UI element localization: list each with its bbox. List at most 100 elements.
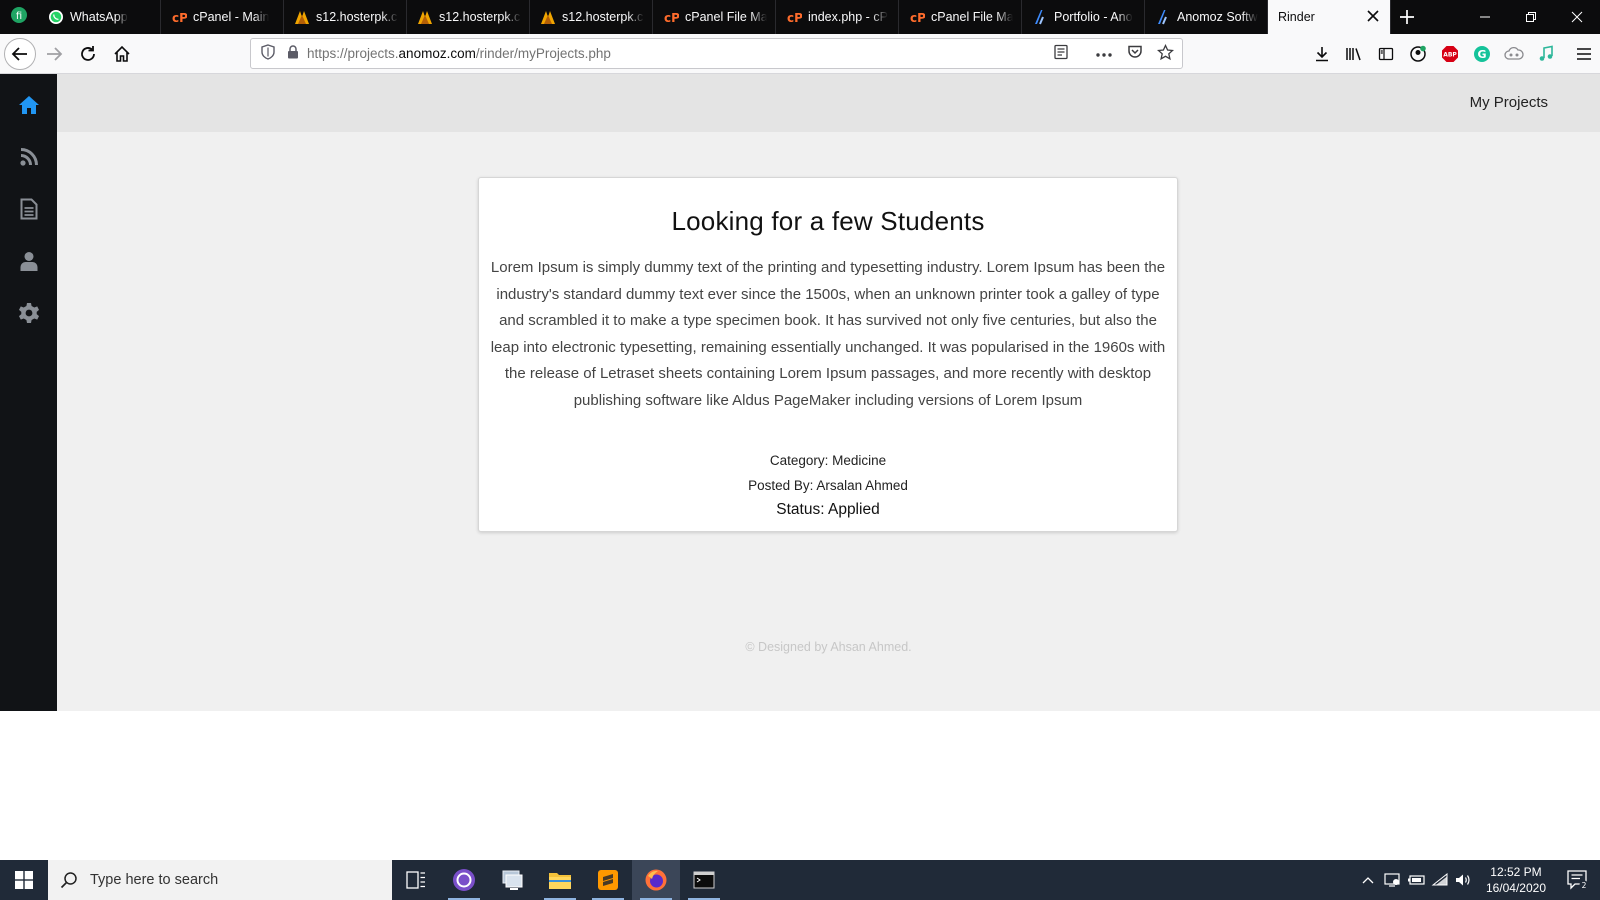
restore-button[interactable] — [1508, 0, 1554, 34]
tab-cpanel-file-manager-2[interactable]: cP cPanel File Man — [899, 0, 1022, 34]
home-icon — [114, 45, 130, 62]
forward-button[interactable] — [38, 38, 70, 70]
tab-anomoz-software[interactable]: Anomoz Softw — [1145, 0, 1268, 34]
sidebar-item-settings[interactable] — [0, 287, 57, 339]
hosterpk-icon — [294, 9, 310, 25]
action-center-button[interactable]: 2 — [1556, 870, 1600, 890]
tab-index-php[interactable]: cP index.php - cP — [776, 0, 899, 34]
battery-icon[interactable] — [1404, 874, 1428, 886]
url-bar[interactable]: https://projects.anomoz.com/rinder/myPro… — [250, 38, 1183, 69]
pinned-app-icon: fi — [11, 6, 27, 28]
tab-hosterpk-1[interactable]: s12.hosterpk.co — [284, 0, 407, 34]
taskbar-clock[interactable]: 12:52 PM 16/04/2020 — [1486, 864, 1546, 896]
start-button[interactable] — [0, 860, 48, 900]
svg-text:fi: fi — [16, 11, 22, 22]
lock-icon[interactable] — [287, 45, 299, 62]
project-card: Looking for a few Students Lorem Ipsum i… — [478, 177, 1178, 532]
footer-credit: © Designed by Ahsan Ahmed. — [745, 640, 912, 654]
tracking-protection-icon[interactable] — [261, 44, 275, 63]
volume-icon[interactable] — [1452, 873, 1476, 887]
tray-overflow-icon[interactable] — [1356, 876, 1380, 884]
cpanel-icon: cP — [786, 9, 802, 25]
clock-time: 12:52 PM — [1490, 865, 1542, 879]
taskbar-search-box[interactable]: Type here to search — [48, 860, 392, 900]
pocket-icon[interactable] — [1127, 44, 1143, 63]
cloud-extension-icon[interactable] — [1504, 44, 1524, 64]
arrow-right-icon — [47, 46, 63, 61]
tab-label: Anomoz Softw — [1177, 10, 1258, 24]
taskbar-app-sublime[interactable] — [584, 860, 632, 900]
reader-view-icon[interactable] — [1053, 44, 1069, 63]
nav-my-projects[interactable]: My Projects — [1470, 94, 1548, 111]
tab-whatsapp[interactable]: WhatsApp — [38, 0, 161, 34]
taskbar-app-terminal[interactable] — [680, 860, 728, 900]
task-view-button[interactable] — [392, 860, 440, 900]
whatsapp-icon — [48, 9, 64, 25]
url-text[interactable]: https://projects.anomoz.com/rinder/myPro… — [307, 46, 611, 61]
tray-app-icon[interactable] — [1380, 873, 1404, 887]
library-icon[interactable] — [1344, 44, 1364, 64]
sidebar-item-feed[interactable] — [0, 131, 57, 183]
tab-label: Rinder — [1278, 10, 1315, 24]
account-icon[interactable] — [1408, 44, 1428, 64]
cpanel-icon: cP — [663, 9, 679, 25]
project-category: Category: Medicine — [769, 452, 887, 468]
svg-text:ABP: ABP — [1443, 52, 1457, 59]
taskbar-app-firefox[interactable] — [632, 860, 680, 900]
tab-label: cPanel File Man — [931, 10, 1013, 24]
tab-label: s12.hosterpk.co — [439, 10, 521, 24]
svg-text:G: G — [1477, 48, 1486, 61]
sidebar-toggle-icon[interactable] — [1376, 44, 1396, 64]
back-button[interactable] — [4, 37, 36, 70]
home-icon — [18, 96, 39, 114]
music-extension-icon[interactable] — [1536, 44, 1556, 64]
tab-cpanel-main[interactable]: cP cPanel - Main — [161, 0, 284, 34]
notification-count: 2 — [1582, 881, 1587, 890]
wifi-icon[interactable] — [1428, 873, 1452, 887]
tab-cpanel-file-manager-1[interactable]: cP cPanel File Man — [653, 0, 776, 34]
folder-icon — [549, 873, 571, 889]
sidebar-item-profile[interactable] — [0, 235, 57, 287]
windows-logo-icon — [15, 871, 33, 889]
notification-icon: 2 — [1567, 870, 1589, 890]
new-tab-button[interactable] — [1391, 0, 1423, 34]
plus-icon — [1400, 10, 1414, 24]
close-tab-icon[interactable] — [1366, 9, 1380, 26]
adblock-plus-icon[interactable]: ABP — [1440, 44, 1460, 64]
clock-date: 16/04/2020 — [1485, 881, 1546, 895]
terminal-icon — [693, 871, 715, 889]
reload-button[interactable] — [72, 38, 104, 70]
hosterpk-icon — [417, 9, 433, 25]
page-actions-icon[interactable] — [1095, 46, 1113, 61]
arrow-left-icon — [11, 46, 27, 61]
cpanel-icon: cP — [171, 9, 187, 25]
window-controls — [1462, 0, 1600, 34]
search-placeholder: Type here to search — [90, 872, 219, 888]
menu-hamburger-icon[interactable] — [1574, 44, 1594, 64]
close-window-button[interactable] — [1554, 0, 1600, 34]
home-button[interactable] — [106, 38, 138, 70]
tab-portfolio[interactable]: Portfolio - Ano — [1022, 0, 1145, 34]
project-description: Lorem Ipsum is simply dummy text of the … — [490, 259, 1166, 409]
tab-label: cPanel - Main — [193, 10, 270, 24]
taskbar-app-cortana[interactable] — [440, 860, 488, 900]
browser-tab-strip: fi WhatsApp cP cPanel - Main s12.hosterp… — [0, 0, 1600, 34]
sidebar-item-documents[interactable] — [0, 183, 57, 235]
svg-text:cP: cP — [787, 11, 802, 25]
tab-hosterpk-3[interactable]: s12.hosterpk.co — [530, 0, 653, 34]
taskbar-app-file-explorer[interactable] — [536, 860, 584, 900]
minimize-button[interactable] — [1462, 0, 1508, 34]
tab-rinder[interactable]: Rinder — [1268, 0, 1391, 34]
bookmark-star-icon[interactable] — [1156, 43, 1175, 64]
tab-hosterpk-2[interactable]: s12.hosterpk.co — [407, 0, 530, 34]
system-tray: 12:52 PM 16/04/2020 2 — [1356, 860, 1600, 900]
grammarly-icon[interactable]: G — [1472, 44, 1492, 64]
svg-text:cP: cP — [172, 11, 187, 25]
main-content: My Projects Looking for a few Students L… — [57, 74, 1600, 711]
sidebar-item-home[interactable] — [0, 79, 57, 131]
taskbar-app-network[interactable] — [488, 860, 536, 900]
downloads-icon[interactable] — [1312, 44, 1332, 64]
pinned-tab[interactable]: fi — [0, 0, 38, 34]
hosterpk-icon — [540, 9, 556, 25]
anomoz-icon — [1032, 9, 1048, 25]
